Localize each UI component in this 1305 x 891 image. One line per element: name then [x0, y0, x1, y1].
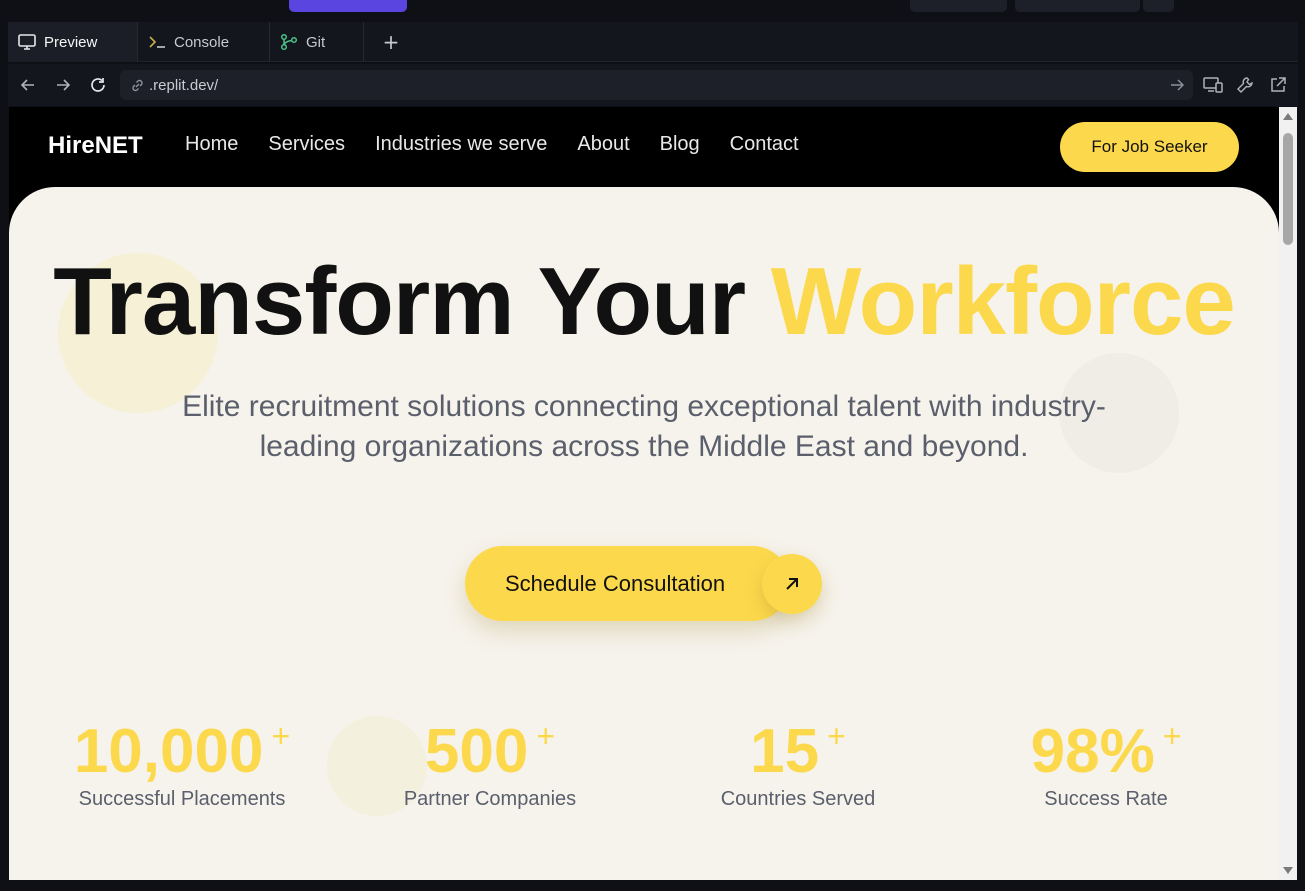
stat-plus: + [536, 718, 556, 754]
arrow-up-right-icon [786, 578, 798, 590]
stat-value: 10,000 [73, 717, 264, 786]
address-bar: .replit.dev/ [8, 64, 1298, 106]
nav-link-services[interactable]: Services [268, 133, 345, 156]
stat-plus: + [827, 718, 846, 754]
cta-label: Schedule Consultation [505, 570, 726, 596]
nav-link-about[interactable]: About [577, 133, 629, 156]
tab-git[interactable]: Git [270, 22, 364, 62]
arrow-left-icon [20, 79, 34, 91]
workspace-pill[interactable] [289, 0, 407, 12]
scroll-down-arrow[interactable] [1283, 867, 1293, 874]
toolbar-box-1[interactable] [910, 0, 1007, 12]
toolbar-box-2[interactable] [1015, 0, 1140, 12]
forward-button[interactable] [50, 72, 76, 98]
devices-icon [1203, 77, 1223, 93]
preview-scrollbar[interactable] [1279, 107, 1297, 880]
tab-preview[interactable]: Preview [8, 22, 138, 62]
scroll-thumb[interactable] [1283, 133, 1293, 245]
site-nav-links: Home Services Industries we serve About … [185, 133, 799, 156]
stat-value: 15 [750, 717, 820, 786]
devtools-button[interactable] [1233, 73, 1257, 97]
stat-partners: 500 + Partner Companies [340, 712, 640, 811]
hero-section: Transform Your Workforce Elite recruitme… [9, 187, 1279, 880]
back-button[interactable] [15, 72, 41, 98]
monitor-icon [18, 34, 36, 50]
go-arrow-icon[interactable] [1169, 77, 1185, 93]
job-seeker-button[interactable]: For Job Seeker [1060, 122, 1239, 172]
tab-git-label: Git [306, 33, 326, 51]
tab-preview-label: Preview [44, 33, 98, 51]
cta-arrow-button[interactable] [762, 554, 822, 614]
preview-viewport: HireNET Home Services Industries we serv… [9, 107, 1279, 880]
reload-button[interactable] [85, 72, 111, 98]
stat-label: Success Rate [1044, 788, 1168, 810]
arrow-right-icon [57, 79, 71, 91]
ide-top-strip [0, 0, 1305, 12]
schedule-consultation-button[interactable]: Schedule Consultation [465, 546, 790, 621]
nav-link-industries[interactable]: Industries we serve [375, 133, 547, 156]
stat-label: Partner Companies [403, 788, 577, 810]
pane-tabbar: Preview Console Git + [8, 22, 1298, 62]
devices-button[interactable] [1201, 73, 1225, 97]
nav-link-home[interactable]: Home [185, 133, 238, 156]
git-branch-icon [280, 33, 298, 51]
hero-title-text: Transform Your [53, 248, 771, 355]
site-logo[interactable]: HireNET [48, 132, 143, 160]
stat-value: 98% [1030, 717, 1155, 786]
stat-success-rate: 98% + Success Rate [956, 712, 1256, 811]
url-text: .replit.dev/ [149, 76, 219, 94]
reload-icon [91, 78, 105, 92]
stat-plus: + [1162, 718, 1182, 754]
hero-title-highlight: Workforce [770, 248, 1236, 355]
scroll-up-arrow[interactable] [1283, 113, 1293, 120]
stat-value: 500 [424, 717, 529, 786]
toolbar-box-3[interactable] [1143, 0, 1174, 12]
hero-subtitle: Elite recruitment solutions connecting e… [182, 390, 1106, 463]
stat-placements: 10,000 + Successful Placements [32, 712, 332, 811]
stat-countries: 15 + Countries Served [648, 712, 948, 811]
stat-plus: + [271, 718, 291, 754]
open-new-window-button[interactable] [1266, 73, 1290, 97]
stat-label: Countries Served [720, 788, 876, 810]
tab-console-label: Console [174, 33, 230, 51]
external-link-icon [1271, 77, 1286, 92]
nav-link-blog[interactable]: Blog [660, 133, 700, 156]
url-field[interactable]: .replit.dev/ [120, 70, 1193, 100]
nav-link-contact[interactable]: Contact [730, 133, 799, 156]
tab-console[interactable]: Console [138, 22, 270, 62]
terminal-icon [149, 36, 165, 48]
add-tab-button[interactable]: + [380, 32, 402, 54]
wrench-icon [1237, 77, 1253, 93]
link-icon [132, 79, 143, 91]
hero-title: Transform Your Workforce [9, 247, 1279, 357]
site-navbar: HireNET Home Services Industries we serv… [9, 107, 1279, 187]
